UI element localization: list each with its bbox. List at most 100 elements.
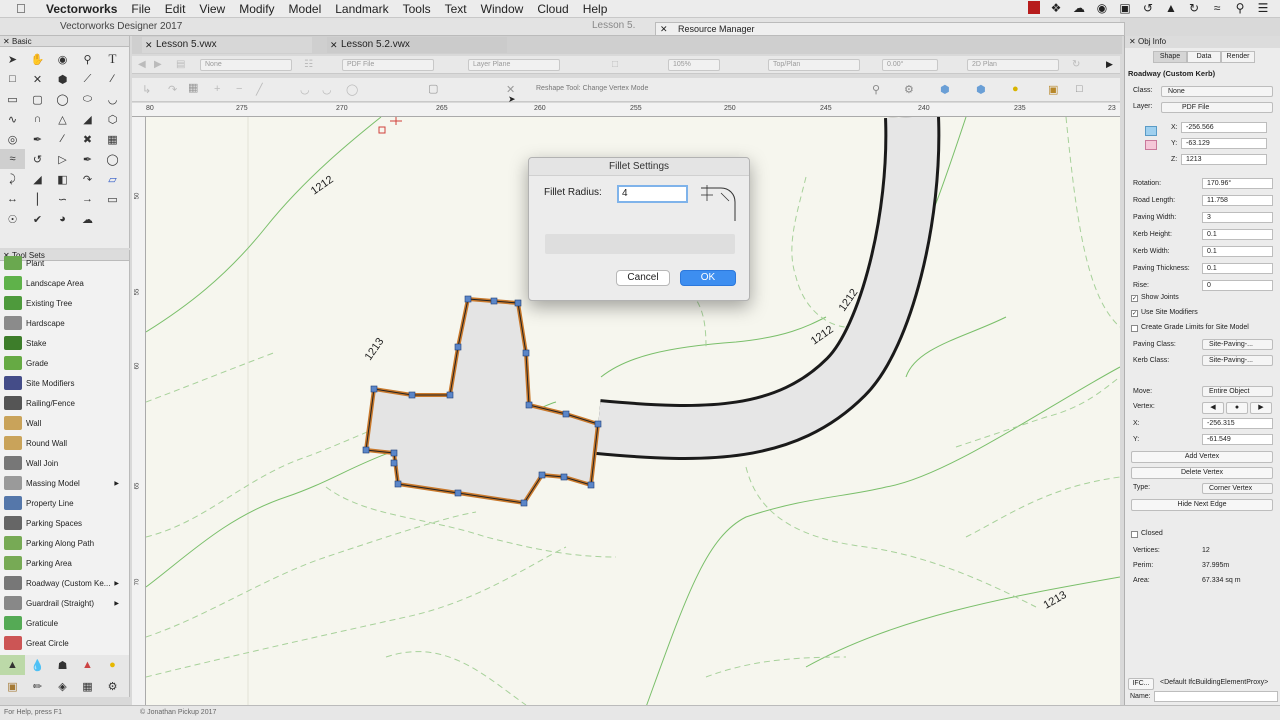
- x-field[interactable]: -256.566: [1181, 122, 1267, 133]
- gear-icon[interactable]: ⚙: [100, 676, 125, 696]
- position-icon[interactable]: [1145, 126, 1157, 136]
- eraser-tool-icon[interactable]: ▱: [100, 169, 125, 189]
- toolset-item[interactable]: Property Line: [0, 493, 129, 513]
- camera-icon[interactable]: ▣: [1118, 1, 1132, 15]
- site-planning-icon[interactable]: ▲: [0, 655, 25, 675]
- toolset-item[interactable]: Site Modifiers: [0, 373, 129, 393]
- water-icon[interactable]: 💧: [25, 655, 50, 675]
- toolset-item[interactable]: Parking Area: [0, 553, 129, 573]
- chamfer-tool-icon[interactable]: ◢: [25, 169, 50, 189]
- toolset-item[interactable]: Great Circle: [0, 633, 129, 653]
- toolset-item[interactable]: Existing Tree: [0, 293, 129, 313]
- double-line-icon[interactable]: ◎: [0, 129, 25, 149]
- param-field[interactable]: 0: [1202, 280, 1273, 291]
- layer-icon[interactable]: ☷: [304, 59, 313, 70]
- mode-icon[interactable]: ▢: [428, 82, 438, 95]
- delete-vertex-button[interactable]: Delete Vertex: [1131, 467, 1273, 479]
- toolset-item[interactable]: Massing Model ▶: [0, 473, 129, 493]
- toolset-item[interactable]: Hardscape: [0, 313, 129, 333]
- layer-select[interactable]: PDF File: [1161, 102, 1273, 113]
- app-tray-icon[interactable]: [1028, 1, 1040, 14]
- arc-tool-icon[interactable]: ◡: [100, 89, 125, 109]
- toolset-item[interactable]: Round Wall: [0, 433, 129, 453]
- param-field[interactable]: 0.1: [1202, 229, 1273, 240]
- tab-lesson-5-2[interactable]: ✕ Lesson 5.2.vwx: [327, 37, 507, 53]
- shape-icon[interactable]: ⬢: [940, 83, 950, 96]
- dropbox-icon[interactable]: ❖: [1049, 1, 1063, 15]
- search-icon[interactable]: ⚲: [1233, 1, 1247, 15]
- toolset-item[interactable]: Stake: [0, 333, 129, 353]
- toolset-item[interactable]: Landscape Area: [0, 273, 129, 293]
- vertex-type-select[interactable]: Corner Vertex: [1202, 483, 1273, 494]
- menu-modify[interactable]: Modify: [239, 2, 274, 16]
- saved-views-icon[interactable]: ▤: [176, 59, 185, 70]
- mode-icon[interactable]: ◯: [346, 83, 358, 96]
- constrained-dim-icon[interactable]: ⎪: [25, 189, 50, 209]
- regular-polygon-icon[interactable]: ⬡: [100, 109, 125, 129]
- vertex-y-field[interactable]: -61.549: [1202, 434, 1273, 445]
- create-grade-limits-checkbox[interactable]: [1131, 325, 1138, 332]
- add-vertex-button[interactable]: Add Vertex: [1131, 451, 1273, 463]
- path-tool-icon[interactable]: →: [75, 189, 100, 209]
- close-icon[interactable]: ✕: [3, 36, 10, 47]
- polygon-tool-icon[interactable]: △: [50, 109, 75, 129]
- param-field[interactable]: 170.96°: [1202, 178, 1273, 189]
- bell-icon[interactable]: ▲: [1164, 1, 1178, 15]
- kerb-class-select[interactable]: Site-Paving-...: [1202, 355, 1273, 366]
- menu-landmark[interactable]: Landmark: [335, 2, 388, 16]
- camera-icon[interactable]: ▣: [1048, 83, 1058, 96]
- next-vertex-button[interactable]: ▶: [1250, 402, 1272, 414]
- settings-icon[interactable]: ⚙: [904, 83, 914, 96]
- mode-icon[interactable]: ◡: [300, 83, 310, 96]
- curve-tool-icon[interactable]: ∽: [50, 189, 75, 209]
- y-field[interactable]: -63.129: [1181, 138, 1267, 149]
- menu-tools[interactable]: Tools: [403, 2, 431, 16]
- rectangle-tool-icon[interactable]: ▭: [0, 89, 25, 109]
- fillet-radius-input[interactable]: 4: [617, 185, 688, 203]
- mode-icon[interactable]: −: [236, 83, 242, 95]
- tab-render[interactable]: Render: [1221, 51, 1255, 63]
- stake-tool-icon[interactable]: ☉: [0, 209, 25, 229]
- rotate-tool-icon[interactable]: ↺: [25, 149, 50, 169]
- zoom-tool-icon[interactable]: ⚲: [75, 49, 100, 69]
- window-icon[interactable]: □: [1076, 83, 1083, 95]
- view-select[interactable]: Top/Plan: [768, 59, 860, 71]
- offset-tool-icon[interactable]: ∕: [50, 129, 75, 149]
- mode-icon[interactable]: +: [214, 83, 220, 95]
- prev-vertex-button[interactable]: ◀: [1202, 402, 1224, 414]
- app-menu[interactable]: Vectorworks: [46, 2, 117, 16]
- shapes-icon[interactable]: ▲: [75, 655, 100, 675]
- class-select[interactable]: None: [200, 59, 292, 71]
- menu-help[interactable]: Help: [583, 2, 608, 16]
- ok-button[interactable]: OK: [680, 270, 736, 286]
- render-select[interactable]: 2D Plan: [967, 59, 1059, 71]
- mode-icon[interactable]: ▦: [188, 81, 198, 94]
- marquee-tool-icon[interactable]: □: [0, 69, 25, 89]
- dimension-tool-icon[interactable]: ↔: [0, 189, 25, 209]
- spiral-tool-icon[interactable]: ◢: [75, 109, 100, 129]
- callout-tool-icon[interactable]: ▭: [100, 189, 125, 209]
- box-icon[interactable]: ▣: [0, 676, 25, 696]
- show-joints-checkbox[interactable]: ✓: [1131, 295, 1138, 302]
- trim-tool-icon[interactable]: ✖: [75, 129, 100, 149]
- eyedropper-tool-icon[interactable]: ✒: [25, 129, 50, 149]
- toolset-item[interactable]: Graticule: [0, 613, 129, 633]
- circle-tool-icon[interactable]: ◯: [50, 89, 75, 109]
- toolset-item[interactable]: Plant: [0, 253, 129, 273]
- polyline-tool-icon[interactable]: ∩: [25, 109, 50, 129]
- sync-icon[interactable]: ↻: [1187, 1, 1201, 15]
- mode-icon[interactable]: ↳: [142, 83, 151, 96]
- menu-cloud[interactable]: Cloud: [537, 2, 568, 16]
- rounded-rect-tool-icon[interactable]: ▢: [25, 89, 50, 109]
- forward-icon[interactable]: ▶: [154, 59, 162, 70]
- plane-select[interactable]: Layer Plane: [468, 59, 560, 71]
- move-select[interactable]: Entire Object: [1202, 386, 1273, 397]
- ruler-icon[interactable]: ✏: [25, 676, 50, 696]
- flyover-tool-icon[interactable]: ◉: [50, 49, 75, 69]
- detail-icon[interactable]: ◈: [50, 676, 75, 696]
- revision-tool-icon[interactable]: ◕: [50, 209, 75, 229]
- current-vertex-button[interactable]: ●: [1226, 402, 1248, 414]
- record-icon[interactable]: ◉: [1095, 1, 1109, 15]
- name-field[interactable]: [1154, 691, 1278, 702]
- tab-shape[interactable]: Shape: [1153, 51, 1187, 63]
